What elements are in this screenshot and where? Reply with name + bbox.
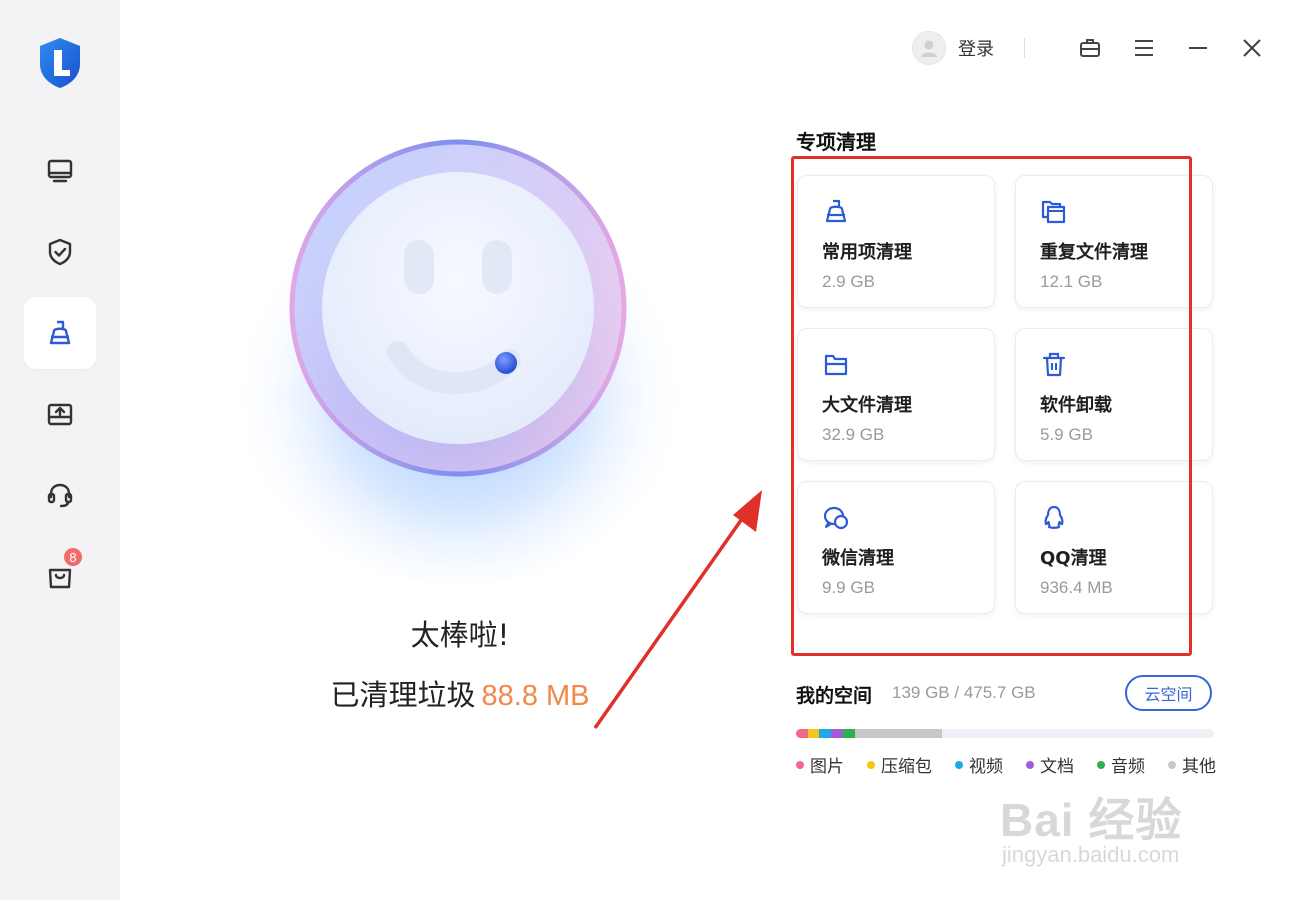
smiley-face-icon <box>230 139 690 585</box>
storage-segment-video <box>819 729 831 738</box>
result-summary: 已清理垃圾 88.8 MB <box>250 672 670 714</box>
storage-segment-other <box>855 729 942 738</box>
cleaned-label: 已清理垃圾 <box>330 678 476 712</box>
menu-button[interactable] <box>1131 35 1157 61</box>
sidebar-item-computer[interactable] <box>24 135 96 207</box>
legend-label: 压缩包 <box>881 757 932 777</box>
legend-dot <box>955 760 963 769</box>
sidebar: 8 <box>0 0 120 900</box>
storage-usage-bar <box>796 729 1214 738</box>
legend-item: 图片 <box>796 752 844 777</box>
notification-badge: 8 <box>62 546 84 568</box>
upload-drive-icon <box>47 403 73 426</box>
my-space-title: 我的空间 <box>796 685 873 707</box>
minimize-icon <box>1189 47 1207 49</box>
minimize-button[interactable] <box>1185 35 1211 61</box>
result-title: 太棒啦! <box>410 618 510 652</box>
legend-dot <box>796 760 804 769</box>
hamburger-menu-icon <box>1135 40 1153 56</box>
sidebar-item-support[interactable] <box>24 459 96 531</box>
toolbox-button[interactable] <box>1077 35 1103 61</box>
title-bar: 登录 <box>912 28 1265 68</box>
legend-dot <box>1097 760 1105 769</box>
close-button[interactable] <box>1239 35 1265 61</box>
user-icon <box>921 40 937 57</box>
storage-segment-images <box>796 729 808 738</box>
cloud-space-button[interactable]: 云空间 <box>1125 675 1212 711</box>
legend-dot <box>1026 760 1034 769</box>
legend-dot <box>1168 760 1176 769</box>
headset-icon <box>47 483 73 508</box>
legend-label: 视频 <box>969 757 1003 777</box>
special-clean-title: 专项清理 <box>796 130 876 154</box>
annotation-highlight-box <box>791 156 1192 656</box>
space-usage: 139 GB / 475.7 GB <box>892 683 1036 702</box>
storage-segment-docs <box>831 729 843 738</box>
avatar[interactable] <box>912 31 946 65</box>
storage-segment-archives <box>808 729 819 738</box>
legend-label: 图片 <box>810 757 844 777</box>
baidu-watermark: Bai 经验 jingyan.baidu.com <box>1000 770 1240 870</box>
sidebar-item-store[interactable]: 8 <box>24 540 96 612</box>
shield-check-icon <box>48 238 72 266</box>
close-icon <box>1243 39 1261 57</box>
watermark-url: jingyan.baidu.com <box>1002 842 1180 867</box>
sidebar-item-clean[interactable] <box>24 297 96 369</box>
smiley-mascot <box>220 120 700 600</box>
legend-item: 压缩包 <box>867 752 932 777</box>
toolbox-icon <box>1080 39 1100 57</box>
cleaned-amount: 88.8 MB <box>481 680 590 712</box>
broom-icon <box>49 320 71 345</box>
app-logo <box>36 36 84 90</box>
storage-segment-audio <box>843 729 855 738</box>
watermark-brand: Bai 经验 <box>1000 794 1183 846</box>
computer-icon <box>47 159 73 183</box>
sidebar-item-security[interactable] <box>24 216 96 288</box>
login-link[interactable]: 登录 <box>958 35 994 61</box>
legend-dot <box>867 760 875 769</box>
sidebar-item-upload[interactable] <box>24 378 96 450</box>
divider <box>1024 38 1025 58</box>
legend-item: 视频 <box>955 752 1003 777</box>
